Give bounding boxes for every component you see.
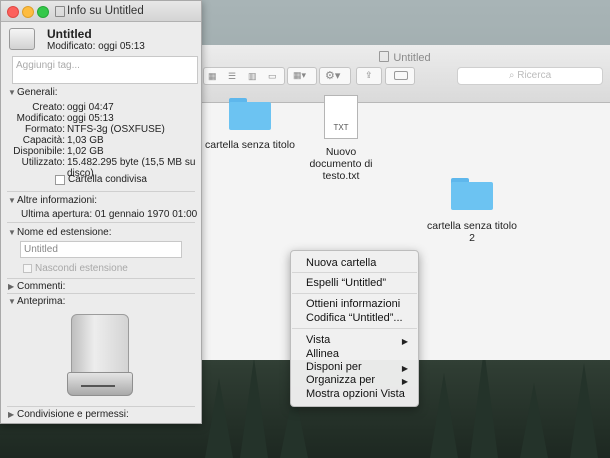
shared-folder-label: Cartella condivisa — [68, 174, 147, 185]
submenu-arrow-icon: ▶ — [401, 377, 408, 386]
available-row: Disponibile: 1,02 GB — [13, 146, 104, 157]
txt-document-icon: TXT — [324, 95, 358, 139]
drive-icon — [379, 51, 390, 62]
menu-item-sort-by[interactable]: Organizza per — [306, 374, 375, 386]
name-field-value: Untitled — [24, 244, 58, 255]
disclosure-triangle-icon: ▼ — [8, 228, 16, 237]
disclosure-triangle-icon: ▼ — [8, 196, 16, 205]
folder-label: cartella senza titolo 2 — [427, 220, 517, 244]
tags-button[interactable] — [385, 67, 415, 85]
column-view-icon[interactable]: ▥ — [248, 71, 257, 82]
finder-window-title: Untitled — [199, 51, 610, 64]
menu-item-align[interactable]: Allinea — [306, 348, 339, 360]
name-extension-section-header[interactable]: ▼Nome ed estensione: — [8, 227, 112, 238]
created-row: Creato: oggi 04:47 — [32, 102, 114, 113]
context-menu: Nuova cartella Espelli “Untitled” Ottien… — [290, 250, 419, 407]
format-row: Formato: NTFS-3g (OSXFUSE) — [24, 124, 165, 135]
preview-section-header[interactable]: ▼Anteprima: — [8, 296, 65, 307]
menu-item-new-folder[interactable]: Nuova cartella — [306, 257, 376, 269]
folder-icon — [451, 178, 493, 210]
info-titlebar: Info su Untitled — [1, 1, 201, 22]
arrange-button[interactable]: ▦▾ — [287, 67, 317, 85]
document-item[interactable]: TXT Nuovo documento di testo.txt — [299, 95, 383, 182]
info-item-name: Untitled — [47, 27, 92, 41]
search-field[interactable]: ⌕ Ricerca — [457, 67, 603, 85]
coverflow-view-icon[interactable]: ▭ — [268, 71, 277, 82]
zoom-button[interactable] — [37, 6, 49, 18]
action-button[interactable]: ⚙▾ — [319, 67, 351, 85]
folder-icon — [229, 98, 271, 130]
menu-item-eject[interactable]: Espelli “Untitled” — [306, 277, 386, 289]
close-button[interactable] — [7, 6, 19, 18]
menu-item-get-info[interactable]: Ottieni informazioni — [306, 298, 400, 310]
disclosure-triangle-icon: ▶ — [8, 410, 15, 419]
comments-section-header[interactable]: ▶ Commenti: — [8, 281, 65, 292]
gear-icon: ⚙▾ — [325, 70, 341, 82]
disclosure-triangle-icon: ▼ — [8, 88, 16, 97]
menu-item-show-view-options[interactable]: Mostra opzioni Vista — [306, 388, 405, 400]
shared-folder-checkbox[interactable] — [55, 175, 65, 185]
info-window[interactable]: Info su Untitled Untitled Modificato: og… — [0, 0, 202, 424]
more-info-section-header[interactable]: ▼Altre informazioni: — [8, 195, 97, 206]
minimize-button[interactable] — [22, 6, 34, 18]
last-opened-text: Ultima apertura: 01 gennaio 1970 01:00 — [21, 209, 198, 220]
hide-extension-label: Nascondi estensione — [35, 263, 128, 274]
finder-toolbar: Untitled ▦ ☰ ▥ ▭ ▦▾ ⚙▾ ⇪ ⌕ Ricerca — [199, 45, 610, 103]
disclosure-triangle-icon: ▼ — [8, 297, 16, 306]
menu-item-encode[interactable]: Codifica “Untitled”... — [306, 312, 403, 324]
icon-view-icon[interactable]: ▦ — [208, 71, 217, 82]
arrange-icon: ▦▾ — [293, 70, 307, 80]
used-row: Utilizzato: 15.482.295 byte (15,5 MB su — [21, 157, 196, 168]
name-field[interactable]: Untitled — [20, 241, 182, 258]
search-icon: ⌕ — [508, 70, 518, 81]
list-view-icon[interactable]: ☰ — [228, 71, 236, 82]
modified-row: Modificato: oggi 05:13 — [16, 113, 114, 124]
hide-extension-checkbox[interactable] — [23, 264, 32, 273]
folder-item-2[interactable]: cartella senza titolo 2 — [427, 178, 517, 244]
menu-item-arrange-by[interactable]: Disponi per — [306, 361, 362, 373]
view-mode-buttons[interactable]: ▦ ☰ ▥ ▭ — [203, 67, 285, 85]
submenu-arrow-icon: ▶ — [401, 364, 408, 373]
document-label: Nuovo documento di testo.txt — [309, 146, 373, 182]
drive-icon — [55, 6, 65, 17]
menu-item-view[interactable]: Vista — [306, 334, 330, 346]
drive-header-icon — [9, 28, 35, 50]
folder-item[interactable]: cartella senza titolo — [205, 98, 295, 151]
info-modified-summary: Modificato: oggi 05:13 — [47, 41, 145, 52]
disclosure-triangle-icon: ▶ — [8, 282, 15, 291]
sharing-permissions-section-header[interactable]: ▶ Condivisione e permessi: — [8, 409, 129, 420]
info-window-title: Info su Untitled — [67, 5, 144, 17]
general-section-header[interactable]: ▼Generali: — [8, 87, 58, 98]
tag-icon — [394, 71, 408, 80]
tags-input[interactable]: Aggiungi tag... — [12, 56, 198, 84]
share-button[interactable]: ⇪ — [356, 67, 382, 85]
share-icon: ⇪ — [365, 70, 373, 80]
folder-label: cartella senza titolo — [205, 139, 295, 151]
external-drive-preview-icon — [67, 314, 133, 396]
tags-placeholder: Aggiungi tag... — [16, 60, 80, 71]
capacity-row: Capacità: 1,03 GB — [22, 135, 104, 146]
submenu-arrow-icon: ▶ — [401, 337, 408, 346]
